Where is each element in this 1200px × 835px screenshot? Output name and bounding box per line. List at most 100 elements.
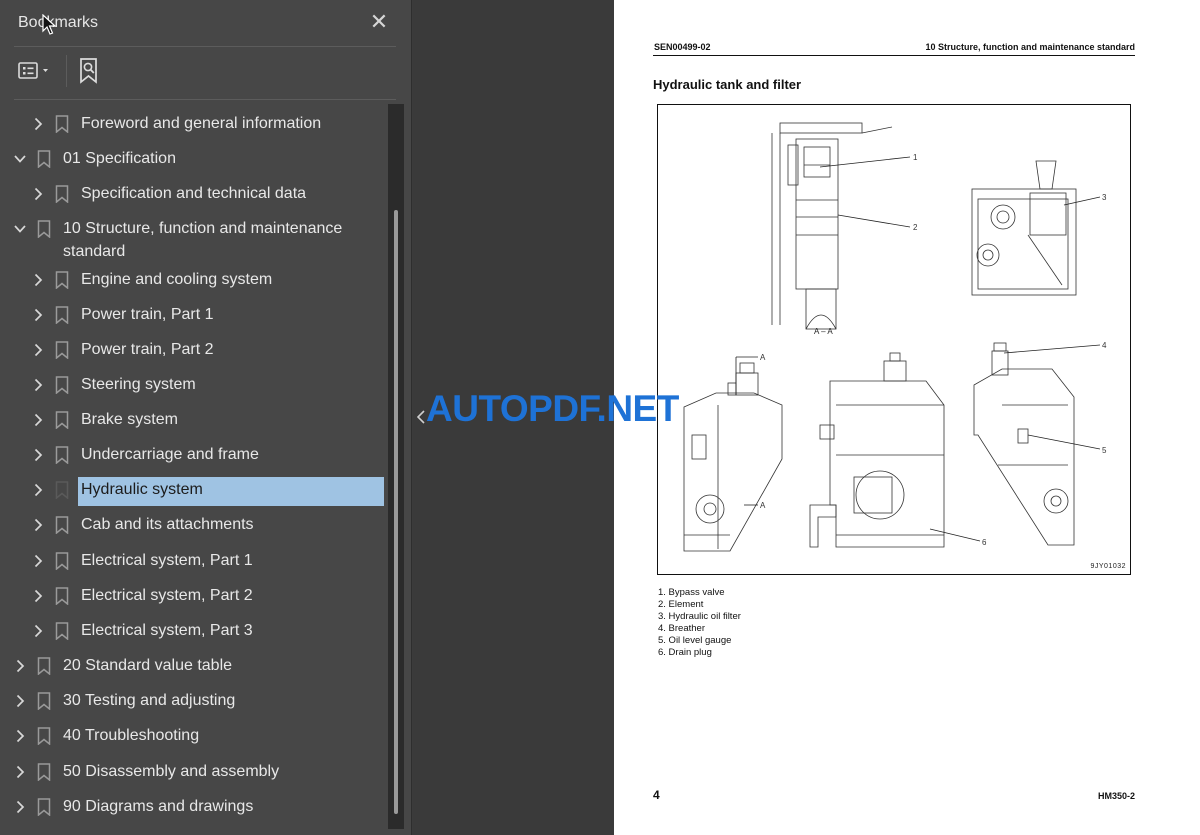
bookmark-row[interactable]: Steering system bbox=[0, 374, 390, 399]
chevron-right-icon[interactable] bbox=[13, 765, 27, 779]
bookmark-label-area[interactable]: 50 Disassembly and assembly bbox=[60, 759, 384, 788]
chevron-right-icon[interactable] bbox=[13, 694, 27, 708]
bookmark-label-area[interactable]: 01 Specification bbox=[60, 146, 384, 175]
bookmark-row[interactable]: Brake system bbox=[0, 409, 390, 434]
bookmark-icon bbox=[55, 481, 69, 499]
bookmark-row[interactable]: 40 Troubleshooting bbox=[0, 725, 390, 750]
chevron-right-icon[interactable] bbox=[31, 554, 45, 568]
callout-5: 5 bbox=[1102, 446, 1107, 455]
section-title: Hydraulic tank and filter bbox=[653, 77, 802, 92]
bookmark-label-area[interactable]: Power train, Part 2 bbox=[78, 337, 384, 366]
bookmark-row[interactable]: Electrical system, Part 1 bbox=[0, 550, 390, 575]
callout-labels: 1 2 3 4 5 6 A A bbox=[760, 153, 1107, 547]
chevron-right-icon[interactable] bbox=[13, 729, 27, 743]
bookmark-label: 20 Standard value table bbox=[63, 657, 233, 674]
section-view-label: A – A bbox=[814, 327, 833, 336]
chevron-right-icon[interactable] bbox=[31, 518, 45, 532]
bookmark-options-button[interactable] bbox=[16, 58, 60, 84]
bookmark-label: Undercarriage and frame bbox=[81, 446, 259, 463]
bookmark-row[interactable]: Cab and its attachments bbox=[0, 514, 390, 539]
bookmark-label: Electrical system, Part 2 bbox=[81, 587, 253, 604]
chevron-right-icon[interactable] bbox=[31, 117, 45, 131]
legend-item: 1. Bypass valve bbox=[658, 587, 725, 598]
bookmark-label-area[interactable]: 90 Diagrams and drawings bbox=[60, 794, 384, 823]
chevron-down-icon[interactable] bbox=[13, 152, 27, 166]
chevron-down-icon[interactable] bbox=[13, 222, 27, 236]
bookmark-icon bbox=[55, 341, 69, 359]
bookmark-row[interactable]: 50 Disassembly and assembly bbox=[0, 761, 390, 786]
bookmark-label-area[interactable]: 10 Structure, function and maintenance s… bbox=[60, 216, 384, 267]
bookmark-row[interactable]: 10 Structure, function and maintenance s… bbox=[0, 218, 390, 265]
bookmark-label-area[interactable]: Electrical system, Part 1 bbox=[78, 548, 384, 577]
selected-bookmark-highlight[interactable]: Hydraulic system bbox=[78, 477, 384, 506]
bookmark-label-area[interactable]: 20 Standard value table bbox=[60, 653, 384, 682]
bookmark-scrollbar[interactable] bbox=[388, 104, 404, 829]
bookmark-row[interactable]: Electrical system, Part 3 bbox=[0, 620, 390, 645]
close-panel-button[interactable]: ✕ bbox=[366, 9, 392, 35]
chevron-right-icon[interactable] bbox=[31, 308, 45, 322]
bookmark-row[interactable]: Electrical system, Part 2 bbox=[0, 585, 390, 610]
bookmark-row[interactable]: 90 Diagrams and drawings bbox=[0, 796, 390, 821]
pdf-viewer-window: Bookmarks ✕ Foreword and general informa… bbox=[0, 0, 1200, 835]
find-bookmark-button[interactable] bbox=[76, 56, 102, 86]
panel-splitter-handle[interactable] bbox=[417, 410, 425, 424]
bookmark-row[interactable]: 01 Specification bbox=[0, 148, 390, 173]
bookmark-icon bbox=[55, 446, 69, 464]
find-bookmark-icon bbox=[80, 58, 97, 84]
bookmark-label-area[interactable]: 30 Testing and adjusting bbox=[60, 688, 384, 717]
bookmark-icon bbox=[37, 692, 51, 710]
pdf-page: SEN00499-02 10 Structure, function and m… bbox=[614, 0, 1200, 835]
toolbar-divider bbox=[66, 55, 67, 87]
bookmark-label-area[interactable]: 40 Troubleshooting bbox=[60, 723, 384, 752]
callout-1: 1 bbox=[913, 153, 918, 162]
bookmark-label: Power train, Part 1 bbox=[81, 306, 214, 323]
bookmark-label: Power train, Part 2 bbox=[81, 341, 214, 358]
list-options-icon bbox=[18, 62, 48, 79]
bookmark-label-area[interactable]: Steering system bbox=[78, 372, 384, 401]
parts-legend: 1. Bypass valve 2. Element 3. Hydraulic … bbox=[658, 587, 741, 659]
bookmark-label: Hydraulic system bbox=[81, 481, 203, 498]
bookmark-row[interactable]: Undercarriage and frame bbox=[0, 444, 390, 469]
bookmark-row[interactable]: Power train, Part 1 bbox=[0, 304, 390, 329]
bookmark-label: 40 Troubleshooting bbox=[63, 727, 200, 744]
bookmark-row[interactable]: Hydraulic system bbox=[0, 477, 390, 506]
technical-drawing: 1 2 3 4 5 6 A A A – A 9JY01032 bbox=[657, 104, 1131, 575]
chevron-right-icon[interactable] bbox=[31, 378, 45, 392]
bookmark-label-area[interactable]: Power train, Part 1 bbox=[78, 302, 384, 331]
bookmark-label: 10 Structure, function and maintenance s… bbox=[63, 220, 343, 260]
bookmark-row[interactable]: Engine and cooling system bbox=[0, 269, 390, 294]
chevron-right-icon[interactable] bbox=[31, 343, 45, 357]
bookmark-label-area[interactable]: Undercarriage and frame bbox=[78, 442, 384, 471]
bookmark-label-area[interactable]: Specification and technical data bbox=[78, 181, 384, 210]
bookmark-label-area[interactable]: Engine and cooling system bbox=[78, 267, 384, 296]
bookmark-row[interactable]: 20 Standard value table bbox=[0, 655, 390, 680]
panel-title: Bookmarks bbox=[18, 14, 99, 31]
scrollbar-thumb[interactable] bbox=[394, 210, 398, 814]
bookmark-row[interactable]: Specification and technical data bbox=[0, 183, 390, 208]
chevron-right-icon[interactable] bbox=[31, 413, 45, 427]
chevron-right-icon[interactable] bbox=[31, 624, 45, 638]
watermark-text: AUTOPDF.NET bbox=[426, 388, 679, 429]
chevron-right-icon[interactable] bbox=[31, 448, 45, 462]
bookmark-label: 30 Testing and adjusting bbox=[63, 692, 236, 709]
bookmark-label: Electrical system, Part 3 bbox=[81, 622, 253, 639]
chevron-right-icon[interactable] bbox=[31, 589, 45, 603]
chevron-right-icon[interactable] bbox=[31, 273, 45, 287]
bookmark-row[interactable]: 30 Testing and adjusting bbox=[0, 690, 390, 715]
bookmark-icon bbox=[37, 150, 51, 168]
chevron-right-icon[interactable] bbox=[13, 659, 27, 673]
bookmark-label-area[interactable]: Cab and its attachments bbox=[78, 512, 384, 541]
chevron-right-icon[interactable] bbox=[31, 187, 45, 201]
bookmark-label-area[interactable]: Foreword and general information bbox=[78, 111, 384, 140]
bookmark-label-area[interactable]: Electrical system, Part 2 bbox=[78, 583, 384, 612]
bookmark-label-area[interactable]: Electrical system, Part 3 bbox=[78, 618, 384, 647]
legend-item: 2. Element bbox=[658, 599, 704, 610]
bookmark-label-area[interactable]: Brake system bbox=[78, 407, 384, 436]
bookmark-row[interactable]: Power train, Part 2 bbox=[0, 339, 390, 364]
chevron-down-icon bbox=[43, 69, 48, 72]
legend-item: 6. Drain plug bbox=[658, 647, 712, 658]
chevron-right-icon[interactable] bbox=[13, 800, 27, 814]
bookmark-icon bbox=[37, 727, 51, 745]
chevron-right-icon[interactable] bbox=[31, 483, 45, 497]
bookmark-row[interactable]: Foreword and general information bbox=[0, 113, 390, 138]
